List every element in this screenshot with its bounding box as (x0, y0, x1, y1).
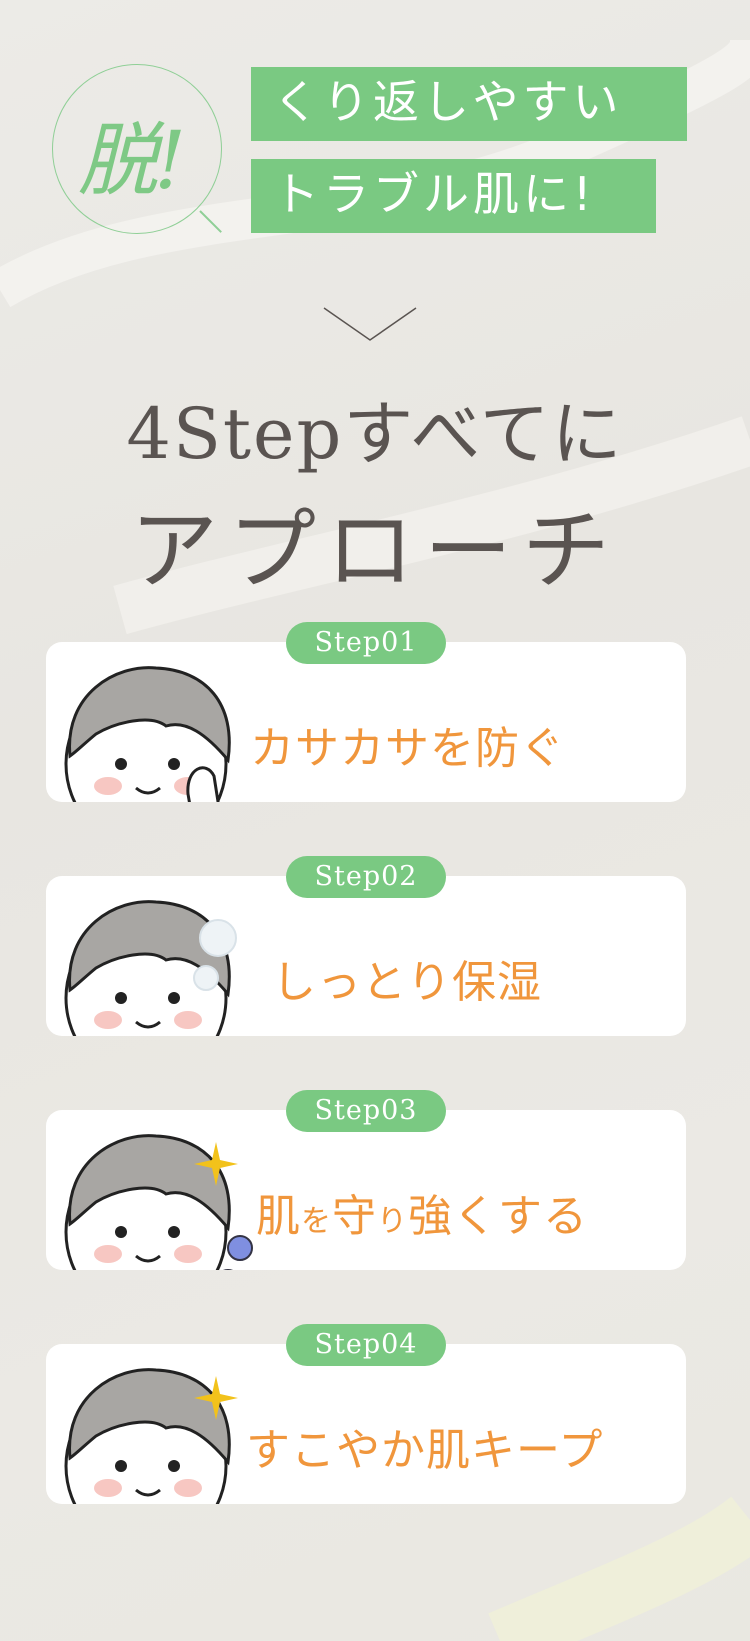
label-part: を (301, 1204, 332, 1239)
headline-line-1: くり返しやすい (251, 67, 687, 141)
step-card-body: しっとり保湿 (46, 876, 686, 1036)
step-pill-badge: Step01 (286, 622, 446, 664)
step-card-02: しっとり保湿 Step02 (46, 856, 686, 1036)
headline-line-2: トラブル肌に! (251, 159, 656, 233)
chevron-down-icon (323, 307, 417, 341)
step-card-body: 肌を守り強くする (46, 1110, 686, 1270)
step-pill-badge: Step03 (286, 1090, 446, 1132)
child-avatar-germ-guard-icon (56, 1132, 256, 1270)
step-label: しっとり保湿 (272, 957, 542, 1008)
step-label: 肌を守り強くする (256, 1180, 588, 1244)
step-card-04: すこやか肌キープ Step04 (46, 1324, 686, 1504)
step-label: カサカサを防ぐ (250, 723, 565, 774)
step-card-01: カサカサを防ぐ Step01 (46, 622, 686, 802)
label-part: 肌 (256, 1191, 301, 1242)
child-avatar-sparkle-icon (56, 1366, 256, 1504)
section-title-line-2: アプローチ (129, 499, 620, 602)
section-title-line-1: 4Stepすべてに (126, 393, 624, 475)
step-card-body: カサカサを防ぐ (46, 642, 686, 802)
child-avatar-hand-icon (56, 664, 256, 802)
label-part: り (377, 1204, 408, 1239)
step-card-body: すこやか肌キープ (46, 1344, 686, 1504)
label-part: 強くする (408, 1191, 588, 1242)
label-part: 守 (332, 1191, 377, 1242)
step-pill-badge: Step04 (286, 1324, 446, 1366)
child-avatar-bubbles-icon (56, 898, 256, 1036)
hero-header: 脱! くり返しやすい トラブル肌に! (0, 0, 750, 260)
badge-text: 脱! (78, 114, 186, 207)
step-card-03: 肌を守り強くする Step03 (46, 1090, 686, 1270)
badge-tail (199, 210, 222, 233)
step-label: すこやか肌キープ (246, 1425, 604, 1476)
step-pill-badge: Step02 (286, 856, 446, 898)
